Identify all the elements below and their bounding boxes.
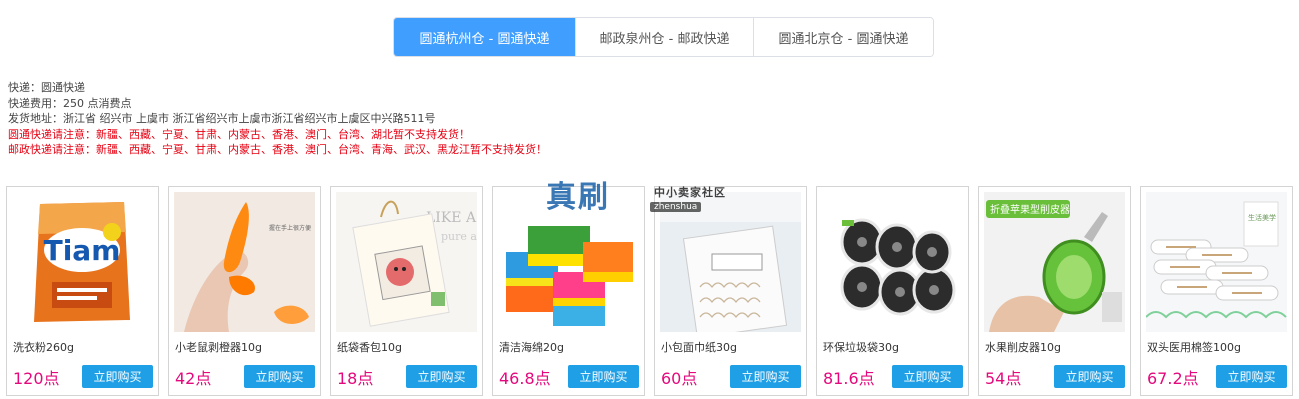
product-price: 54点 [985,369,1022,388]
product-name: 环保垃圾袋30g [823,341,899,354]
tissue-pack-image [660,192,801,332]
product-card[interactable]: 生活美学 双头医用棉签100g 67.2点 立即购买 [1140,186,1293,396]
buy-now-button[interactable]: 立即购买 [406,365,477,388]
cotton-swabs-image: 生活美学 [1146,192,1287,332]
fruit-peeler-image: 折叠苹果型削皮器 [984,192,1125,332]
product-list: Tiam 洗衣粉260g 120点 立即购买 握在手上很方便 小老鼠剥橙器10g… [6,186,1293,396]
product-card[interactable]: 清洁海绵20g 46.8点 立即购买 [492,186,645,396]
ems-notice: 邮政快递请注意：新疆、西藏、宁夏、甘肃、内蒙古、香港、澳门、台湾、青海、武汉、黑… [8,143,547,156]
address-text: 发货地址：浙江省 绍兴市 上虞市 浙江省绍兴市上虞市浙江省绍兴市上虞区中兴路51… [8,112,436,125]
yto-notice: 圆通快递请注意：新疆、西藏、宁夏、甘肃、内蒙古、香港、澳门、台湾、湖北暂不支持发… [8,127,470,141]
buy-now-button[interactable]: 立即购买 [1216,365,1287,388]
buy-now-button[interactable]: 立即购买 [730,365,801,388]
product-price: 67.2点 [1147,369,1199,388]
product-card[interactable]: 握在手上很方便 小老鼠剥橙器10g 42点 立即购买 [168,186,321,396]
shipping-info: 快递：圆通快递 快递费用：250 点消费点 发货地址：浙江省 绍兴市 上虞市 浙… [8,80,547,158]
sponges-image [498,192,639,332]
sachet-image: LIKE A pure and [336,192,477,332]
detergent-image: Tiam [12,192,153,332]
buy-now-button[interactable]: 立即购买 [244,365,315,388]
product-card[interactable]: 环保垃圾袋30g 81.6点 立即购买 [816,186,969,396]
product-card[interactable]: 小包面巾纸30g 60点 立即购买 [654,186,807,396]
product-name: 洗衣粉260g [13,341,74,354]
product-card[interactable]: 折叠苹果型削皮器 水果削皮器10g 54点 立即购买 [978,186,1131,396]
svg-text:pure and: pure and [441,230,477,243]
product-name: 纸袋香包10g [337,341,402,354]
product-price: 81.6点 [823,369,875,388]
courier-text: 快递：圆通快递 [8,81,85,94]
tab-hangzhou-yto[interactable]: 圆通杭州仓 - 圆通快递 [394,18,575,56]
product-name: 小老鼠剥橙器10g [175,341,262,354]
product-name: 小包面巾纸30g [661,341,737,354]
product-card[interactable]: Tiam 洗衣粉260g 120点 立即购买 [6,186,159,396]
product-price: 46.8点 [499,369,551,388]
product-price: 120点 [13,369,60,388]
tab-quanzhou-ems[interactable]: 邮政泉州仓 - 邮政快递 [575,18,753,56]
product-card[interactable]: LIKE A pure and 纸袋香包10g 18点 立即购买 [330,186,483,396]
buy-now-button[interactable]: 立即购买 [568,365,639,388]
product-price: 18点 [337,369,374,388]
product-name: 双头医用棉签100g [1147,341,1241,354]
buy-now-button[interactable]: 立即购买 [1054,365,1125,388]
product-name: 清洁海绵20g [499,341,564,354]
product-price: 42点 [175,369,212,388]
buy-now-button[interactable]: 立即购买 [892,365,963,388]
warehouse-tabs: 圆通杭州仓 - 圆通快递 邮政泉州仓 - 邮政快递 圆通北京仓 - 圆通快递 [393,17,934,57]
buy-now-button[interactable]: 立即购买 [82,365,153,388]
svg-text:握在手上很方便: 握在手上很方便 [269,224,311,232]
product-name: 水果削皮器10g [985,341,1061,354]
svg-text:生活美学: 生活美学 [1248,213,1276,222]
fee-text: 快递费用：250 点消费点 [8,96,132,110]
garbage-bags-image [822,192,963,332]
orange-peeler-image: 握在手上很方便 [174,192,315,332]
svg-text:折叠苹果型削皮器: 折叠苹果型削皮器 [990,203,1070,216]
tab-beijing-yto[interactable]: 圆通北京仓 - 圆通快递 [753,18,933,56]
product-price: 60点 [661,369,698,388]
